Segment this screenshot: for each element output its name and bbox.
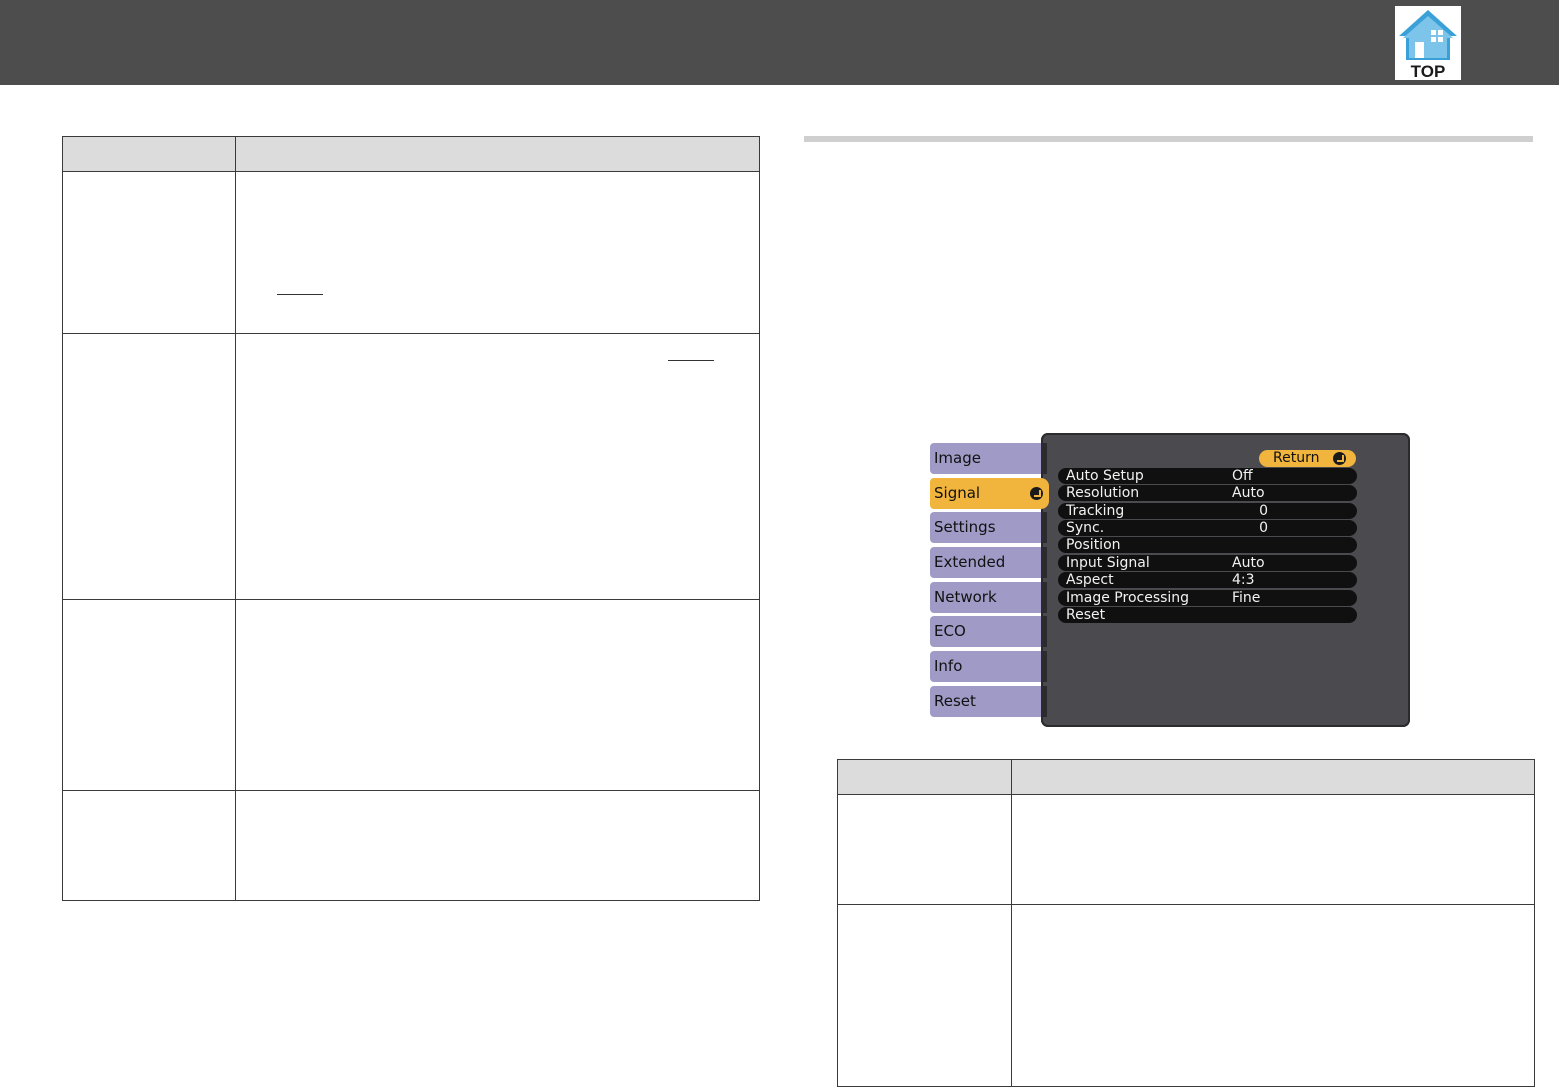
table-cell	[235, 599, 760, 791]
row-value: Auto	[1232, 485, 1265, 501]
tab-label: Settings	[934, 518, 996, 536]
table-row	[837, 904, 1535, 1087]
table-cell	[1011, 904, 1535, 1087]
table-cell	[62, 171, 236, 334]
table-cell	[1011, 794, 1535, 905]
row-label: Image Processing	[1066, 590, 1190, 606]
row-value: 0	[1259, 503, 1268, 519]
row-value: 0	[1259, 520, 1268, 536]
table-cell	[235, 790, 760, 901]
menu-row-reset[interactable]: Reset	[1058, 607, 1357, 623]
row-label: Auto Setup	[1066, 468, 1144, 484]
table-header-cell	[1011, 759, 1535, 795]
section-heading-rule	[804, 136, 1533, 142]
table-row	[837, 794, 1535, 905]
row-label: Aspect	[1066, 572, 1114, 588]
table-cell	[62, 599, 236, 791]
table-row	[62, 599, 760, 791]
row-value: Auto	[1232, 555, 1265, 571]
table-cell	[235, 171, 760, 334]
table-header-cell	[62, 136, 236, 172]
table-header-row	[62, 136, 760, 172]
link-underline[interactable]	[668, 360, 714, 361]
row-value: 4:3	[1232, 572, 1255, 588]
menu-row-tracking[interactable]: Tracking 0	[1058, 503, 1357, 519]
table-header-row	[837, 759, 1535, 795]
menu-tab-image[interactable]: Image	[930, 443, 1047, 474]
row-label: Input Signal	[1066, 555, 1150, 571]
menu-row-sync[interactable]: Sync. 0	[1058, 520, 1357, 536]
menu-tab-extended[interactable]: Extended	[930, 547, 1047, 578]
menu-row-input-signal[interactable]: Input Signal Auto	[1058, 555, 1357, 571]
menu-row-position[interactable]: Position	[1058, 537, 1357, 553]
tab-label: Image	[934, 449, 981, 467]
table-cell	[62, 790, 236, 901]
row-label: Sync.	[1066, 520, 1105, 536]
row-value: Fine	[1232, 590, 1261, 606]
table-header-cell	[235, 136, 760, 172]
table-cell	[837, 794, 1012, 905]
tab-label: Reset	[934, 692, 976, 710]
settings-table-left	[62, 136, 760, 901]
top-house-icon[interactable]: TOP	[1395, 6, 1461, 80]
tab-label: ECO	[934, 622, 966, 640]
table-cell	[235, 333, 760, 600]
row-label: Reset	[1066, 607, 1106, 623]
menu-row-auto-setup[interactable]: Auto Setup Off	[1058, 468, 1357, 484]
link-underline[interactable]	[277, 294, 323, 295]
header-bar	[0, 0, 1559, 85]
tab-label: Info	[934, 657, 963, 675]
table-row	[62, 171, 760, 334]
row-value: Off	[1232, 468, 1253, 484]
table-cell	[837, 904, 1012, 1087]
menu-row-resolution[interactable]: Resolution Auto	[1058, 485, 1357, 501]
tab-label: Signal	[934, 484, 981, 502]
settings-table-right	[837, 759, 1535, 1087]
menu-tab-eco[interactable]: ECO	[930, 616, 1047, 647]
enter-icon	[1030, 487, 1043, 500]
table-row	[62, 333, 760, 600]
row-label: Resolution	[1066, 485, 1140, 501]
table-cell	[62, 333, 236, 600]
table-header-cell	[837, 759, 1012, 795]
menu-tab-network[interactable]: Network	[930, 582, 1047, 613]
svg-text:TOP: TOP	[1411, 62, 1446, 80]
menu-row-image-processing[interactable]: Image Processing Fine	[1058, 590, 1357, 606]
tab-label: Extended	[934, 553, 1006, 571]
row-label: Tracking	[1066, 503, 1125, 519]
tab-label: Network	[934, 588, 997, 606]
menu-row-aspect[interactable]: Aspect 4:3	[1058, 572, 1357, 588]
menu-tab-signal[interactable]: Signal	[930, 478, 1049, 509]
menu-tab-settings[interactable]: Settings	[930, 512, 1047, 543]
return-label: Return	[1273, 450, 1320, 466]
row-label: Position	[1066, 537, 1121, 553]
table-row	[62, 790, 760, 901]
menu-tab-reset[interactable]: Reset	[930, 686, 1047, 717]
return-button[interactable]: Return	[1259, 450, 1356, 467]
enter-icon	[1333, 452, 1346, 465]
menu-tab-info[interactable]: Info	[930, 651, 1047, 682]
